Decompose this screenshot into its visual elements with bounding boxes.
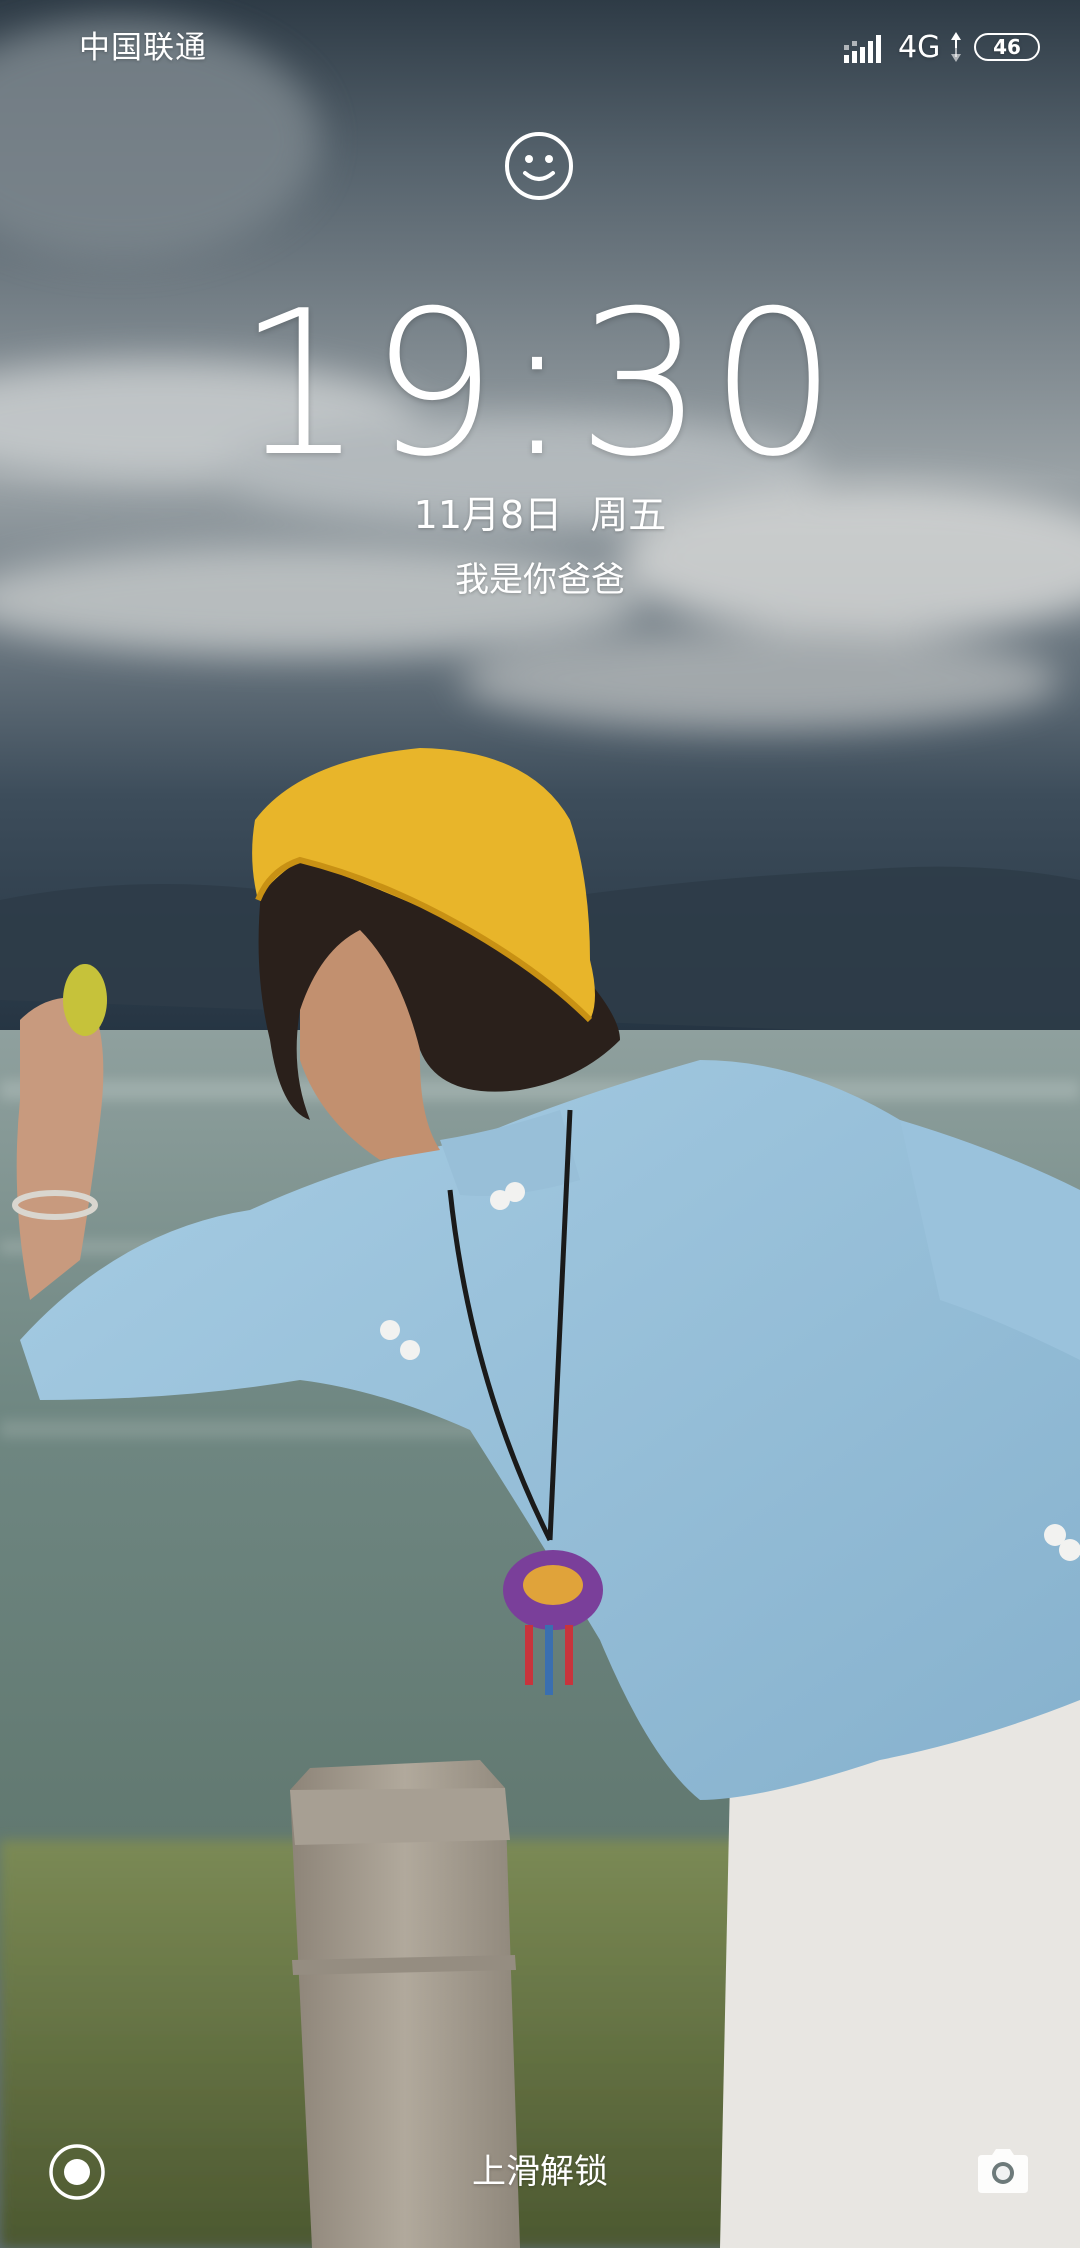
- status-bar: 中国联通 4G 46: [0, 0, 1080, 100]
- lock-clock: 19:30: [236, 268, 844, 501]
- data-arrows-icon: [951, 32, 961, 62]
- date-line: 11月8日 周五: [0, 490, 1080, 540]
- camera-icon[interactable]: [974, 2145, 1032, 2197]
- lock-screen[interactable]: 中国联通 4G 46 19:30 11月8日 周五 我是你爸爸 上滑解锁: [0, 0, 1080, 2248]
- battery-level: 46: [993, 35, 1021, 59]
- unlock-hint[interactable]: 上滑解锁: [0, 2148, 1080, 2196]
- carrier-name: 中国联通: [79, 30, 207, 66]
- battery-indicator: 46: [974, 33, 1040, 61]
- smiley-face-icon[interactable]: [503, 130, 575, 202]
- network-type-label: 4G: [898, 30, 941, 65]
- weekday-text: 周五: [590, 493, 667, 537]
- owner-info-text: 我是你爸爸: [455, 560, 625, 600]
- signal-bars-icon: [844, 35, 881, 63]
- date-text: 11月8日: [413, 493, 563, 537]
